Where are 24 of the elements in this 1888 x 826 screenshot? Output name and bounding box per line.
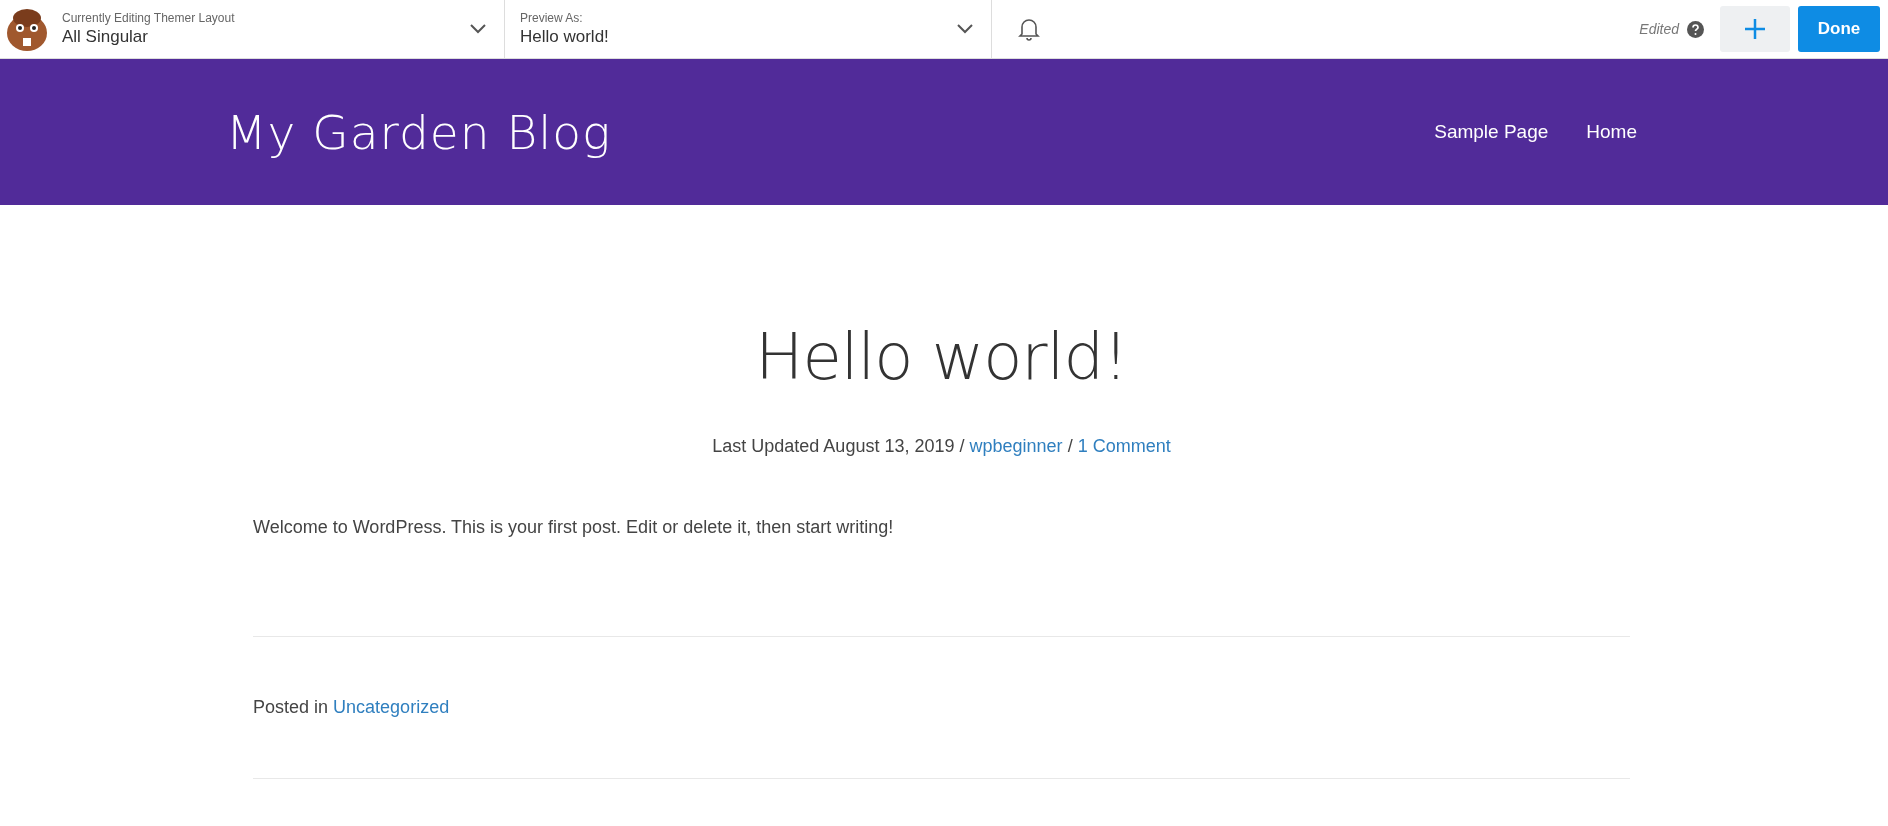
done-button[interactable]: Done <box>1798 6 1880 52</box>
post-meta: Last Updated August 13, 2019 / wpbeginner / 1 Comment <box>712 436 1171 457</box>
preview-dropdown[interactable]: Preview As: Hello world! <box>520 11 973 47</box>
post-body: Welcome to WordPress. This is your first post. Edit or delete it, then start writing! <box>253 517 895 538</box>
help-icon[interactable] <box>1687 20 1704 38</box>
preview-value: Hello world! <box>520 27 610 47</box>
nav-link[interactable]: Home <box>1586 121 1637 143</box>
site-title[interactable]: My Garden Blog <box>226 104 612 160</box>
layout-value: All Singular <box>62 27 149 47</box>
post-title: Hello world! <box>755 320 1128 394</box>
author-link[interactable]: wpbeginner <box>969 436 1063 456</box>
nav-link[interactable]: Sample Page <box>1434 121 1549 143</box>
edited-status: Edited <box>1639 21 1679 37</box>
plus-icon <box>1744 18 1766 40</box>
preview-label: Preview As: <box>520 11 584 25</box>
chevron-down-icon <box>470 24 486 34</box>
category-link[interactable]: Uncategorized <box>333 697 450 717</box>
add-button[interactable] <box>1720 6 1790 52</box>
comments-link[interactable]: 1 Comment <box>1077 436 1171 456</box>
layout-dropdown[interactable]: Currently Editing Themer Layout All Singular <box>62 11 486 47</box>
layout-label: Currently Editing Themer Layout <box>62 11 236 25</box>
post-categories: Posted in Uncategorized <box>253 697 451 718</box>
notification-bell-icon[interactable] <box>1018 17 1040 41</box>
chevron-down-icon <box>957 24 973 34</box>
